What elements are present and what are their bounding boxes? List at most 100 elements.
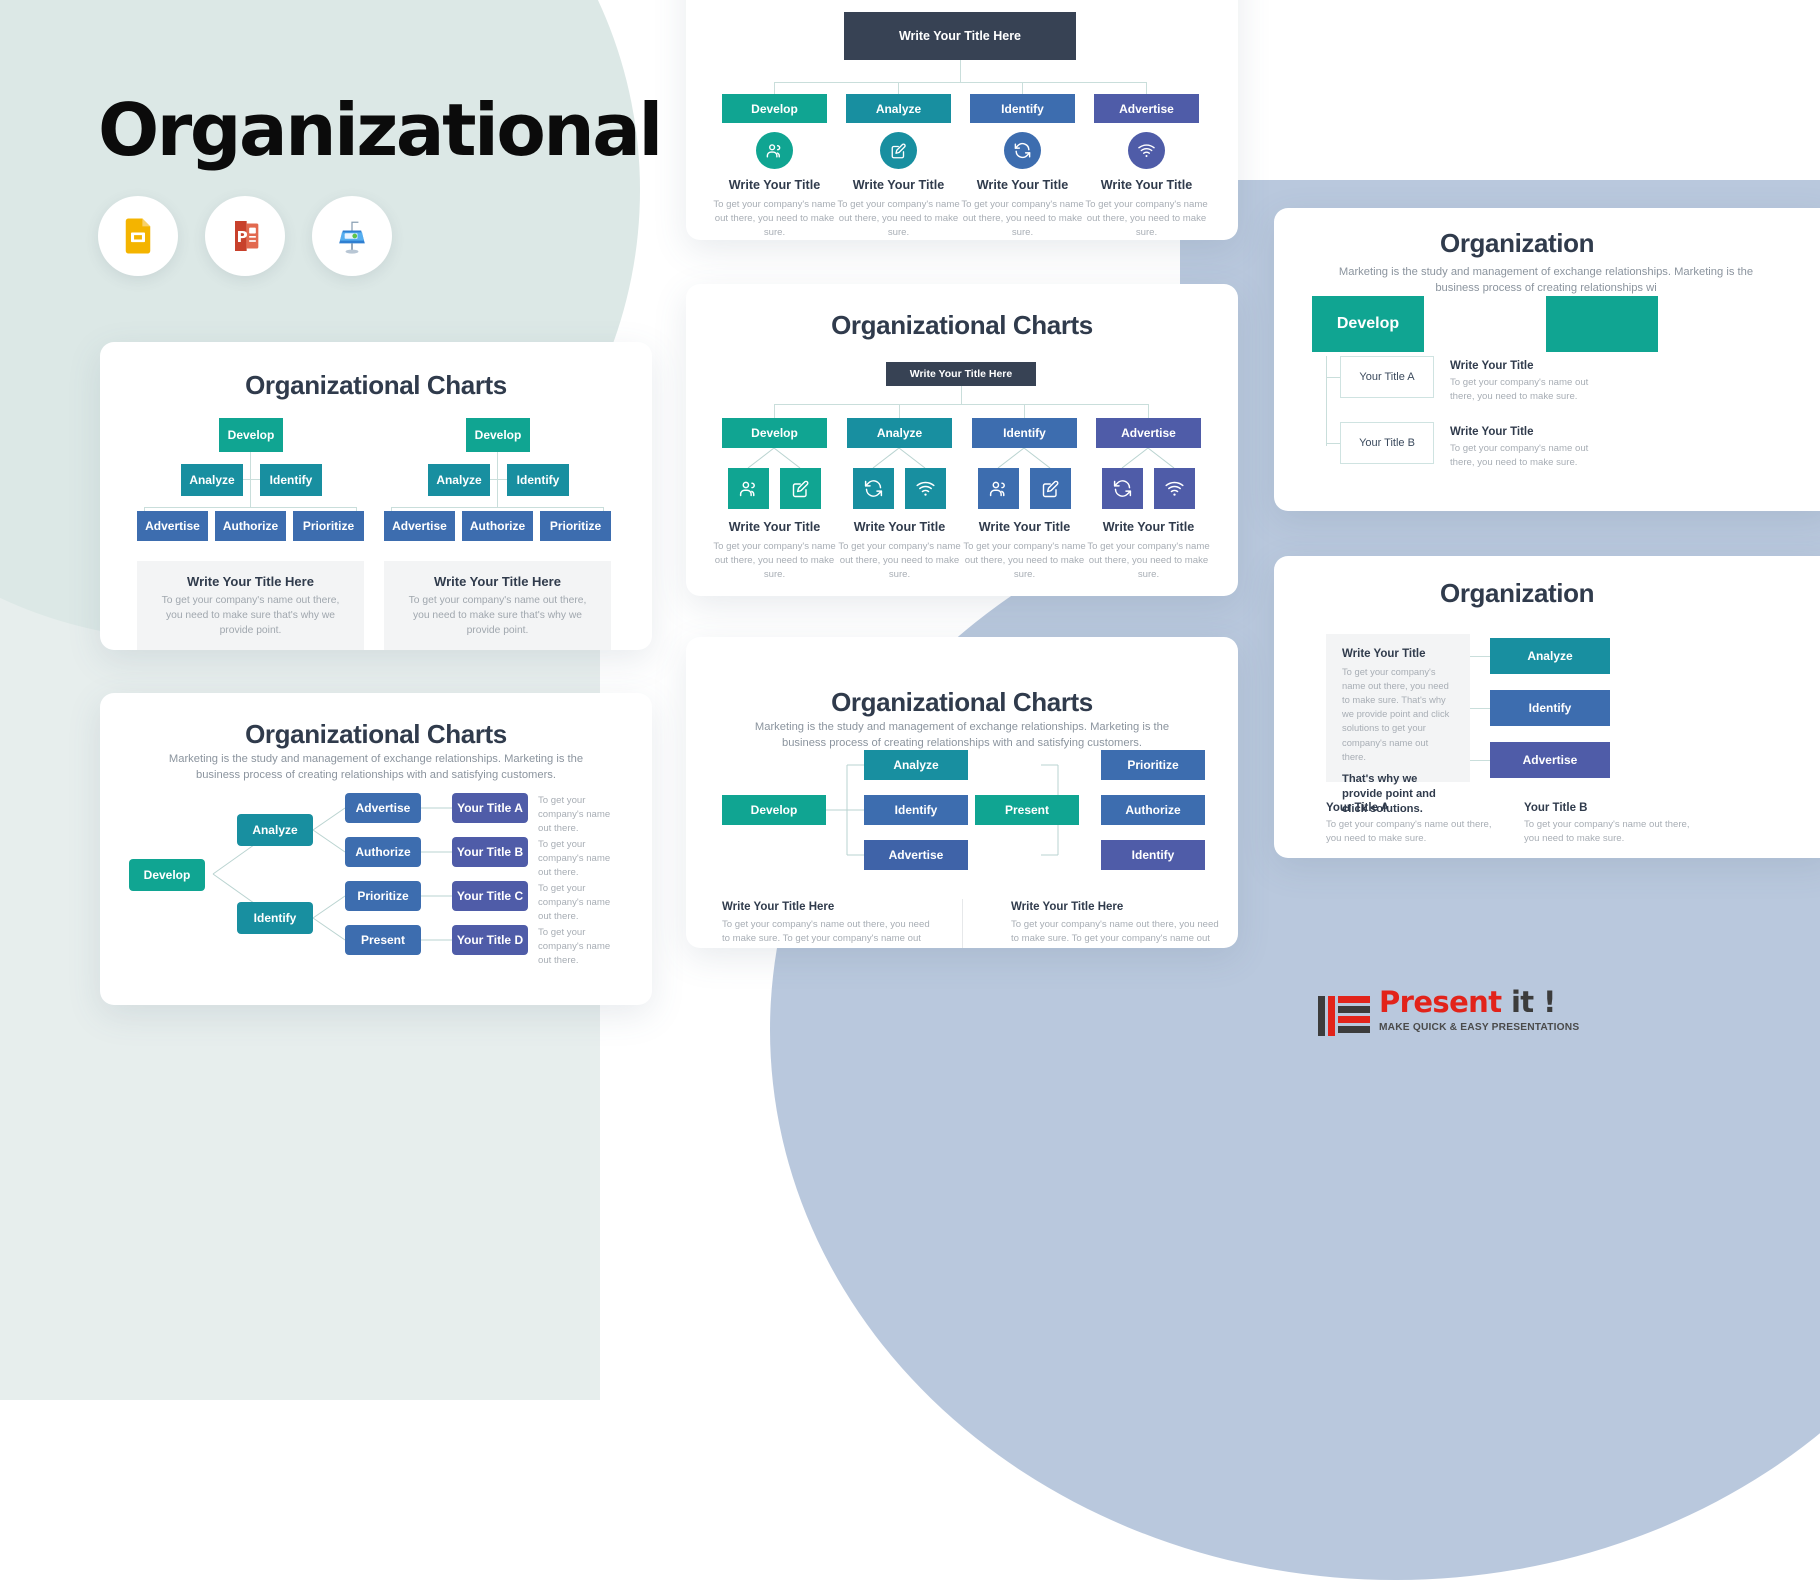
node-root[interactable]: Write Your Title Here: [886, 362, 1036, 386]
node-identify[interactable]: Identify: [1490, 690, 1610, 726]
node-authorize-a[interactable]: Authorize: [215, 511, 286, 541]
connector: [898, 82, 899, 94]
node-analyze-b[interactable]: Analyze: [428, 464, 490, 496]
wifi-icon: [1128, 132, 1165, 169]
node-root[interactable]: Write Your Title Here: [844, 12, 1076, 60]
node-advertise-b[interactable]: Advertise: [384, 511, 455, 541]
logo-mark-icon: [1318, 992, 1370, 1040]
connector: [774, 82, 1146, 83]
node-develop[interactable]: Develop: [722, 795, 826, 825]
connector: [391, 507, 603, 508]
footer-body: To get your company's name out there, yo…: [722, 919, 930, 948]
app-badge-google-slides: [98, 196, 178, 276]
svg-text:P: P: [237, 228, 248, 246]
column-body: To get your company's name out there, yo…: [713, 541, 836, 580]
caption-title: Write Your Title Here: [187, 574, 314, 589]
node-present[interactable]: Present: [345, 925, 421, 955]
node-authorize-b[interactable]: Authorize: [462, 511, 533, 541]
node-advertise[interactable]: Advertise: [345, 793, 421, 823]
item-body: To get your company's name out there, yo…: [1450, 443, 1589, 468]
card-title: Organizational Charts: [831, 310, 1093, 340]
node-analyze[interactable]: Analyze: [237, 814, 313, 846]
card-two-groups[interactable]: Organizational Charts Marketing is the s…: [686, 637, 1238, 948]
node-your-title-a[interactable]: Your Title A: [452, 793, 528, 823]
node-your-title-d[interactable]: Your Title D: [452, 925, 528, 955]
desc-b: To get your company's name out there.: [538, 839, 611, 878]
desc-c: To get your company's name out there.: [538, 883, 611, 922]
card-icons-top[interactable]: Write Your Title Here Develop Write Your…: [686, 0, 1238, 240]
node-present[interactable]: Present: [975, 795, 1079, 825]
sync-icon: [1004, 132, 1041, 169]
node-develop[interactable]: Develop: [722, 94, 827, 123]
node-identify[interactable]: Identify: [972, 418, 1077, 448]
node-identify[interactable]: Identify: [970, 94, 1075, 123]
edit-icon: [780, 468, 821, 509]
caption-title: Write Your Title Here: [434, 574, 561, 589]
node-develop[interactable]: Develop: [129, 859, 205, 891]
column-title: Write Your Title: [976, 178, 1069, 192]
caption-box-a: Write Your Title Here To get your compan…: [137, 561, 364, 650]
node-your-title-a[interactable]: Your Title A: [1340, 356, 1434, 398]
node-your-title-c[interactable]: Your Title C: [452, 881, 528, 911]
connector: [1470, 760, 1490, 761]
card-title: Organizational Charts: [245, 370, 507, 400]
footer-title: Your Title A: [1326, 802, 1390, 814]
item-title: Write Your Title: [1450, 360, 1534, 372]
node-identify[interactable]: Identify: [864, 795, 968, 825]
node-analyze[interactable]: Analyze: [846, 94, 951, 123]
node-identify-b[interactable]: Identify: [507, 464, 569, 496]
node-authorize[interactable]: Authorize: [1101, 795, 1205, 825]
node-develop-a[interactable]: Develop: [219, 418, 283, 452]
node-analyze[interactable]: Analyze: [1490, 638, 1610, 674]
card-dual-tree[interactable]: Organizational Charts Develop Analyze Id…: [100, 342, 652, 650]
wifi-icon: [1154, 468, 1195, 509]
footer-title: Write Your Title Here: [722, 901, 835, 913]
footer-b: Your Title B To get your company's name …: [1524, 802, 1704, 846]
logo-word-it: it !: [1510, 985, 1556, 1019]
card-horizontal-tree[interactable]: Organizational Charts Marketing is the s…: [100, 693, 652, 1005]
logo-tagline: MAKE QUICK & EASY PRESENTATIONS: [1379, 1022, 1580, 1033]
users-icon: [978, 468, 1019, 509]
connector: [774, 404, 775, 418]
edit-icon: [1030, 468, 1071, 509]
card-subtitle: Marketing is the study and management of…: [754, 721, 1170, 750]
connector: [961, 386, 962, 404]
node-develop-2[interactable]: [1546, 296, 1658, 352]
node-analyze-a[interactable]: Analyze: [181, 464, 243, 496]
node-prioritize[interactable]: Prioritize: [1101, 750, 1205, 780]
card-title: Organizational Charts: [831, 687, 1093, 717]
node-develop[interactable]: Develop: [722, 418, 827, 448]
node-advertise[interactable]: Advertise: [1490, 742, 1610, 778]
node-identify[interactable]: Identify: [237, 902, 313, 934]
card-right-bottom[interactable]: Organization Write Your Title To get you…: [1274, 556, 1820, 858]
card-right-top[interactable]: Organization Marketing is the study and …: [1274, 208, 1820, 511]
node-identify-2[interactable]: Identify: [1101, 840, 1205, 870]
node-authorize[interactable]: Authorize: [345, 837, 421, 867]
panel-body: To get your company's name out there, yo…: [1342, 666, 1450, 762]
node-prioritize-a[interactable]: Prioritize: [293, 511, 364, 541]
node-analyze[interactable]: Analyze: [864, 750, 968, 780]
node-develop[interactable]: Develop: [1312, 296, 1424, 352]
node-identify-a[interactable]: Identify: [260, 464, 322, 496]
node-advertise[interactable]: Advertise: [1094, 94, 1199, 123]
node-prioritize[interactable]: Prioritize: [345, 881, 421, 911]
node-prioritize-b[interactable]: Prioritize: [540, 511, 611, 541]
node-your-title-b[interactable]: Your Title B: [452, 837, 528, 867]
footer-body: To get your company's name out there, yo…: [1011, 919, 1219, 948]
card-title: Organizational Charts: [245, 719, 507, 749]
connector: [774, 404, 1148, 405]
edit-icon: [880, 132, 917, 169]
desc-a: To get your company's name out there.: [538, 795, 611, 834]
card-title: Organization: [1440, 228, 1595, 258]
footer-block-right: Write Your Title Here To get your compan…: [1011, 901, 1226, 948]
logo-wordmark: Present it !: [1379, 988, 1579, 1017]
node-advertise-a[interactable]: Advertise: [137, 511, 208, 541]
node-your-title-b[interactable]: Your Title B: [1340, 422, 1434, 464]
node-advertise[interactable]: Advertise: [1096, 418, 1201, 448]
card-icons-mid[interactable]: Organizational Charts Write Your Title H…: [686, 284, 1238, 596]
node-analyze[interactable]: Analyze: [847, 418, 952, 448]
node-advertise[interactable]: Advertise: [864, 840, 968, 870]
sync-icon: [1102, 468, 1143, 509]
wifi-icon: [905, 468, 946, 509]
node-develop-b[interactable]: Develop: [466, 418, 530, 452]
